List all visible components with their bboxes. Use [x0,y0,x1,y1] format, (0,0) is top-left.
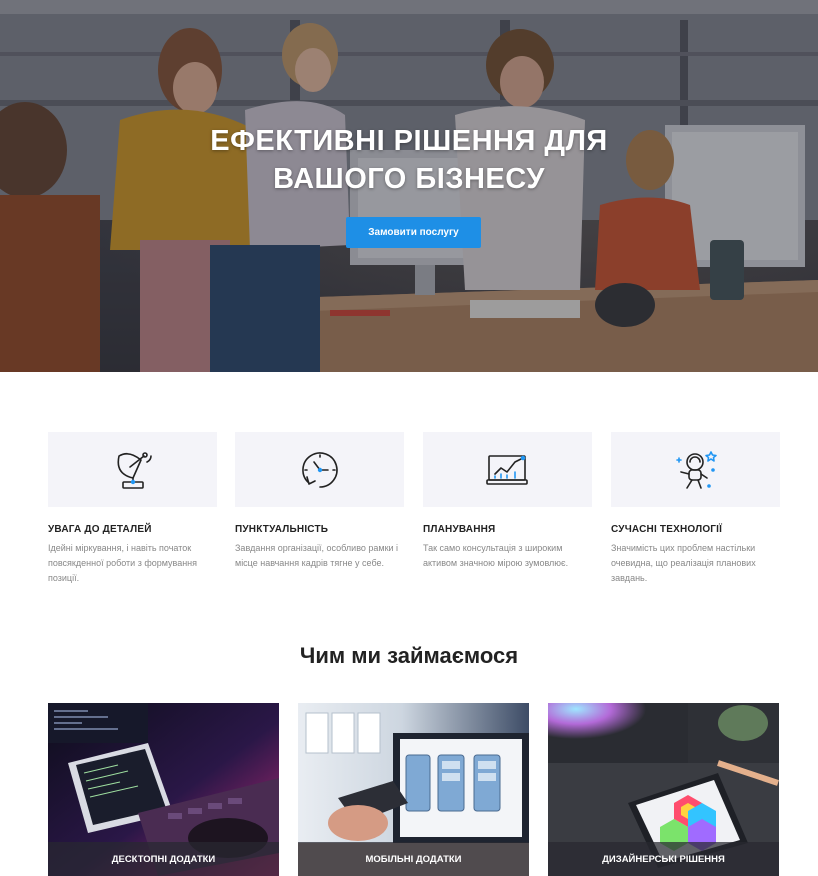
satellite-dish-icon [117,451,152,489]
service-card-design-solutions[interactable]: ДИЗАЙНЕРСЬКІ РІШЕННЯ [548,703,779,876]
hero-title: ЕФЕКТИВНІ РІШЕННЯ ДЛЯ ВАШОГО БІЗНЕСУ [0,122,818,198]
feature-text: Так само консультація з широким активом … [423,543,569,568]
feature-icon-box [235,432,404,507]
clock-icon [301,451,338,488]
hero-title-line-2: ВАШОГО БІЗНЕСУ [273,163,545,195]
feature-icon-box [48,432,217,507]
feature-punctuality: ПУНКТУАЛЬНІСТЬ Завдання організації, осо… [235,432,404,571]
service-card-mobile-apps[interactable]: МОБІЛЬНІ ДОДАТКИ [298,703,529,876]
feature-title: УВАГА ДО ДЕТАЛЕЙ [48,524,152,535]
feature-title: ПЛАНУВАННЯ [423,524,496,535]
feature-modern-technologies: СУЧАСНІ ТЕХНОЛОГІЇ Значимість цих пробле… [611,432,780,586]
service-caption: ДЕСКТОПНІ ДОДАТКИ [48,842,279,876]
service-caption: ДИЗАЙНЕРСЬКІ РІШЕННЯ [548,842,779,876]
feature-attention-to-detail: УВАГА ДО ДЕТАЛЕЙ Ідейні міркування, і на… [48,432,217,586]
feature-text: Значимість цих проблем настільки очевидн… [611,543,756,583]
service-card-desktop-apps[interactable]: ДЕСКТОПНІ ДОДАТКИ [48,703,279,876]
hero-title-line-1: ЕФЕКТИВНІ РІШЕННЯ ДЛЯ [210,125,608,157]
feature-icon-box [423,432,592,507]
service-caption: МОБІЛЬНІ ДОДАТКИ [298,842,529,876]
feature-text: Завдання організації, особливо рамки і м… [235,543,399,568]
analytics-monitor-icon [485,454,528,485]
hero-section: ЕФЕКТИВНІ РІШЕННЯ ДЛЯ ВАШОГО БІЗНЕСУ Зам… [0,0,818,372]
feature-text: Ідейні міркування, і навіть початок повс… [48,543,198,583]
astronaut-icon [675,450,717,489]
feature-icon-box [611,432,780,507]
feature-planning: ПЛАНУВАННЯ Так само консультація з широк… [423,432,592,571]
order-service-button[interactable]: Замовити послугу [346,217,481,248]
feature-title: СУЧАСНІ ТЕХНОЛОГІЇ [611,524,723,535]
feature-title: ПУНКТУАЛЬНІСТЬ [235,524,329,535]
services-section-title: Чим ми займаємося [299,643,519,668]
